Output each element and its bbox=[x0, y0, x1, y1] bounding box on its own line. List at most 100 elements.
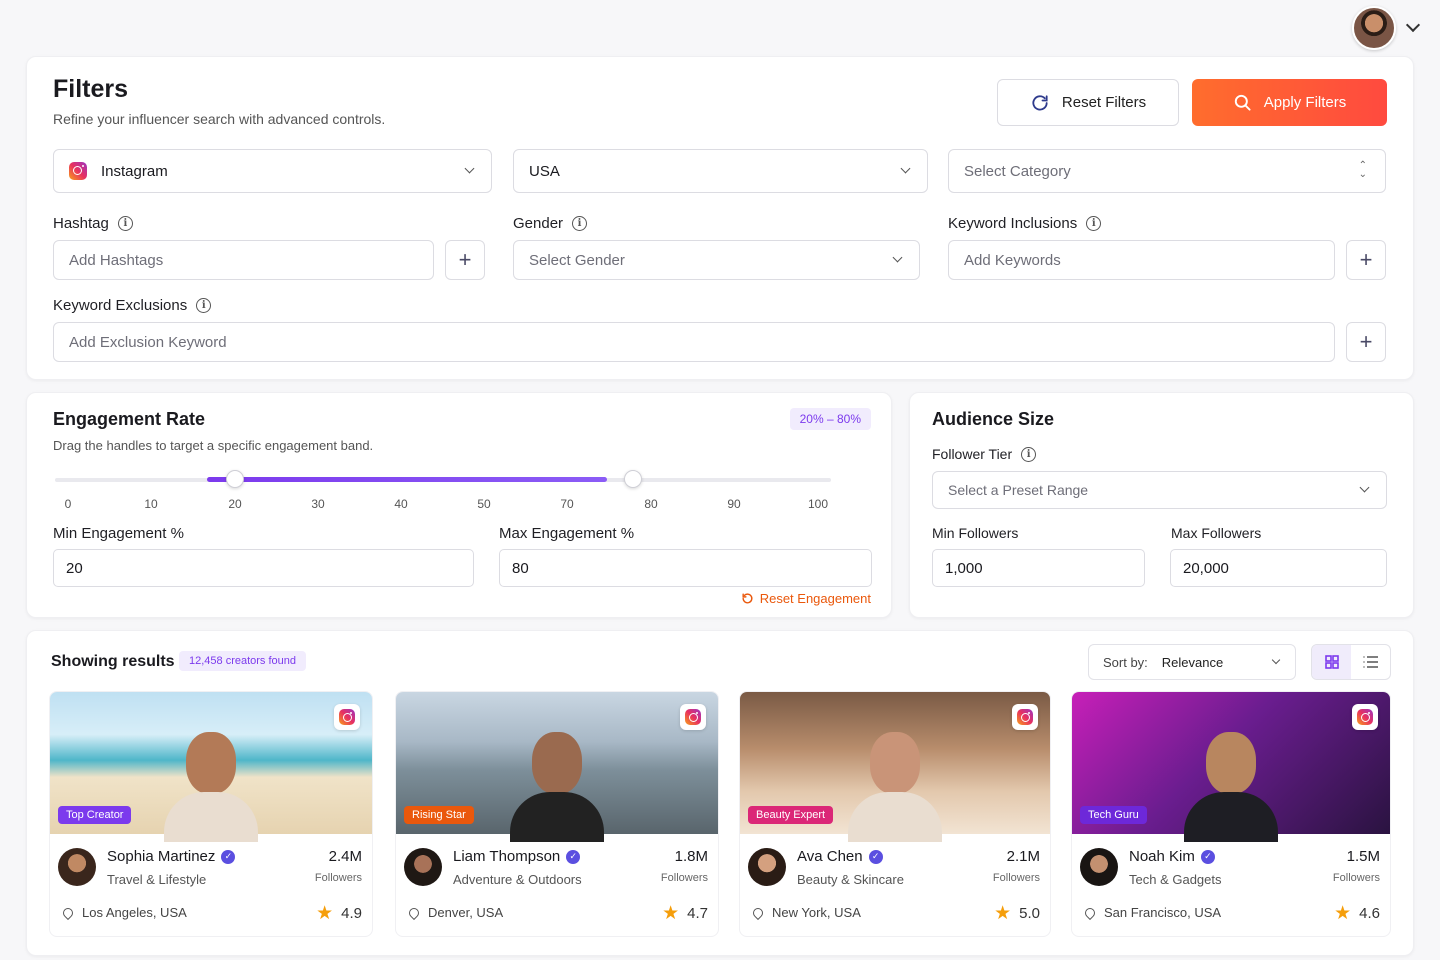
creator-card[interactable]: Beauty Expert Ava Chen ✓ Beauty & Skincare 2… bbox=[739, 691, 1051, 937]
info-icon[interactable]: i bbox=[196, 298, 212, 313]
creator-niche: Beauty & Skincare bbox=[797, 872, 904, 887]
reset-filters-label: Reset Filters bbox=[1061, 94, 1147, 111]
grid-view-icon[interactable] bbox=[1312, 645, 1351, 679]
category-placeholder: Select Category bbox=[964, 162, 1071, 180]
refresh-icon bbox=[1032, 94, 1048, 111]
min-engagement-input[interactable]: 20 bbox=[53, 549, 474, 587]
creator-niche: Travel & Lifestyle bbox=[107, 872, 207, 887]
creator-badge: Tech Guru bbox=[1080, 806, 1147, 824]
add-keyword-button[interactable]: + bbox=[1346, 240, 1386, 280]
creator-name-text: Ava Chen bbox=[797, 848, 863, 865]
creator-figure bbox=[840, 714, 950, 842]
info-icon[interactable]: i bbox=[572, 216, 588, 231]
followers-label: Followers bbox=[1332, 872, 1380, 884]
user-menu[interactable] bbox=[1352, 6, 1421, 50]
creator-avatar[interactable] bbox=[58, 848, 96, 886]
followers-label: Followers bbox=[992, 872, 1040, 884]
creator-avatar[interactable] bbox=[748, 848, 786, 886]
engagement-max-handle[interactable] bbox=[624, 470, 642, 488]
creator-name[interactable]: Liam Thompson ✓ bbox=[453, 848, 581, 865]
creator-card[interactable]: Tech Guru Noah Kim ✓ Tech & Gadgets 1.5M Foll… bbox=[1071, 691, 1391, 937]
verified-icon: ✓ bbox=[1200, 849, 1215, 864]
max-engagement-label: Max Engagement % bbox=[499, 525, 635, 542]
creator-photo[interactable]: Beauty Expert bbox=[740, 692, 1050, 842]
keyword-exclusions-input[interactable]: Add Exclusion Keyword bbox=[53, 322, 1335, 362]
creator-rating-text: 4.6 bbox=[1359, 905, 1380, 922]
gender-select[interactable]: Select Gender bbox=[513, 240, 920, 280]
followers-label: Followers bbox=[314, 872, 362, 884]
engagement-range-badge: 20% – 80% bbox=[789, 408, 871, 430]
platform-select[interactable]: Instagram bbox=[53, 149, 492, 193]
creator-followers: 1.5M bbox=[1346, 848, 1380, 865]
add-exclusion-button[interactable]: + bbox=[1346, 322, 1386, 362]
creator-location: Denver, USA bbox=[406, 905, 503, 920]
engagement-min-handle[interactable] bbox=[226, 470, 244, 488]
slider-tick-label: 70 bbox=[560, 497, 574, 511]
sort-label: Sort by: bbox=[1103, 654, 1148, 670]
creator-photo[interactable]: Top Creator bbox=[50, 692, 372, 842]
keyword-exclusions-placeholder: Add Exclusion Keyword bbox=[69, 333, 227, 351]
slider-tick-label: 10 bbox=[144, 497, 158, 511]
reset-filters-button[interactable]: Reset Filters bbox=[997, 79, 1179, 126]
creator-photo[interactable]: Rising Star bbox=[396, 692, 718, 842]
creator-followers: 2.1M bbox=[1006, 848, 1040, 865]
creator-card[interactable]: Top Creator Sophia Martinez ✓ Travel & Life… bbox=[49, 691, 373, 937]
keyword-exclusions-label-text: Keyword Exclusions bbox=[53, 297, 188, 314]
creator-name-text: Sophia Martinez bbox=[107, 848, 216, 865]
creator-name-text: Liam Thompson bbox=[453, 848, 561, 865]
info-icon[interactable]: i bbox=[1086, 216, 1102, 231]
chevron-down-icon[interactable] bbox=[1405, 17, 1421, 33]
creator-name[interactable]: Sophia Martinez ✓ bbox=[107, 848, 236, 865]
creator-name[interactable]: Noah Kim ✓ bbox=[1129, 848, 1215, 865]
hashtag-input[interactable]: Add Hashtags bbox=[53, 240, 434, 280]
reset-engagement-button[interactable]: Reset Engagement bbox=[741, 591, 871, 606]
hashtag-label-text: Hashtag bbox=[53, 215, 109, 232]
creator-location-text: New York, USA bbox=[772, 905, 861, 920]
follower-tier-placeholder: Select a Preset Range bbox=[948, 482, 1089, 498]
location-pin-icon bbox=[750, 905, 766, 920]
max-followers-input[interactable]: 20,000 bbox=[1170, 549, 1387, 587]
sort-value: Relevance bbox=[1161, 654, 1224, 670]
page-title: Filters bbox=[53, 75, 129, 103]
instagram-icon[interactable] bbox=[1012, 704, 1038, 730]
creator-rating-text: 4.9 bbox=[341, 905, 362, 922]
instagram-icon[interactable] bbox=[1352, 704, 1378, 730]
apply-filters-button[interactable]: Apply Filters bbox=[1192, 79, 1387, 126]
creator-name[interactable]: Ava Chen ✓ bbox=[797, 848, 883, 865]
creator-rating-text: 5.0 bbox=[1019, 905, 1040, 922]
creator-card[interactable]: Rising Star Liam Thompson ✓ Adventure & Out… bbox=[395, 691, 719, 937]
follower-tier-select[interactable]: Select a Preset Range bbox=[932, 471, 1387, 509]
min-followers-input[interactable]: 1,000 bbox=[932, 549, 1145, 587]
follower-tier-label-text: Follower Tier bbox=[932, 446, 1013, 462]
max-followers-label: Max Followers bbox=[1171, 525, 1262, 541]
info-icon[interactable]: i bbox=[1021, 446, 1037, 462]
creator-avatar[interactable] bbox=[404, 848, 442, 886]
instagram-icon[interactable] bbox=[680, 704, 706, 730]
creator-badge: Top Creator bbox=[58, 806, 132, 824]
country-select[interactable]: USA bbox=[513, 149, 928, 193]
creator-location-text: Los Angeles, USA bbox=[82, 905, 187, 920]
avatar[interactable] bbox=[1352, 6, 1396, 50]
creator-niche: Adventure & Outdoors bbox=[453, 872, 582, 887]
list-view-icon[interactable] bbox=[1351, 645, 1390, 679]
add-hashtag-button[interactable]: + bbox=[445, 240, 485, 280]
category-select[interactable]: Select Category ⌃ ⌄ bbox=[948, 149, 1386, 193]
search-icon bbox=[1234, 94, 1251, 111]
sort-select[interactable]: Sort by: Relevance bbox=[1088, 644, 1296, 680]
instagram-icon[interactable] bbox=[334, 704, 360, 730]
location-pin-icon bbox=[60, 905, 76, 920]
keyword-inclusions-input[interactable]: Add Keywords bbox=[948, 240, 1335, 280]
audience-panel: Audience Size Follower Tier i Select a Pr… bbox=[909, 392, 1414, 618]
creator-followers: 1.8M bbox=[674, 848, 708, 865]
results-panel: Showing results 12,458 creators found So… bbox=[26, 630, 1414, 956]
slider-tick-label: 80 bbox=[644, 497, 658, 511]
filters-panel: Filters Refine your influencer search wi… bbox=[26, 56, 1414, 380]
platform-value: Instagram bbox=[101, 162, 168, 180]
info-icon[interactable]: i bbox=[117, 216, 133, 231]
creator-avatar[interactable] bbox=[1080, 848, 1118, 886]
creator-photo[interactable]: Tech Guru bbox=[1072, 692, 1390, 842]
creator-figure bbox=[502, 714, 612, 842]
creator-figure bbox=[1176, 714, 1286, 842]
max-engagement-input[interactable]: 80 bbox=[499, 549, 872, 587]
engagement-title: Engagement Rate bbox=[53, 409, 206, 429]
